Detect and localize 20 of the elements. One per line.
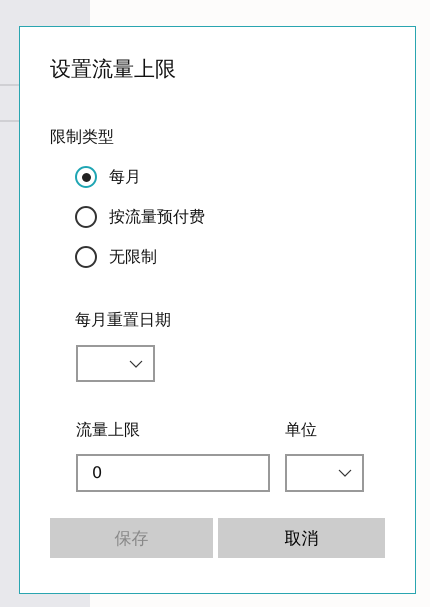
radio-option[interactable]: 按流量预付费 — [75, 206, 385, 228]
radio-option[interactable]: 每月 — [75, 166, 385, 188]
radio-button[interactable] — [75, 166, 97, 188]
radio-label: 无限制 — [109, 246, 157, 268]
field-label: 每月重置日期 — [75, 310, 172, 331]
dialog-button[interactable]: 取消 — [218, 518, 385, 558]
radio-button[interactable] — [75, 246, 97, 268]
input-field[interactable]: 0 — [76, 454, 270, 492]
date-dropdown[interactable] — [76, 345, 155, 382]
radio-label: 每月 — [109, 166, 141, 188]
radio-button[interactable] — [75, 206, 97, 228]
radio-label: 按流量预付费 — [109, 206, 205, 228]
chevron-icon — [129, 360, 143, 368]
dialog-title: 设置流量上限 — [50, 56, 177, 83]
field-label: 限制类型 — [50, 127, 115, 148]
chevron-icon — [338, 469, 352, 477]
radio-option[interactable]: 无限制 — [75, 246, 385, 268]
field-label: 单位 — [285, 420, 318, 441]
unit-dropdown[interactable] — [285, 454, 364, 492]
field-label: 流量上限 — [76, 420, 141, 441]
